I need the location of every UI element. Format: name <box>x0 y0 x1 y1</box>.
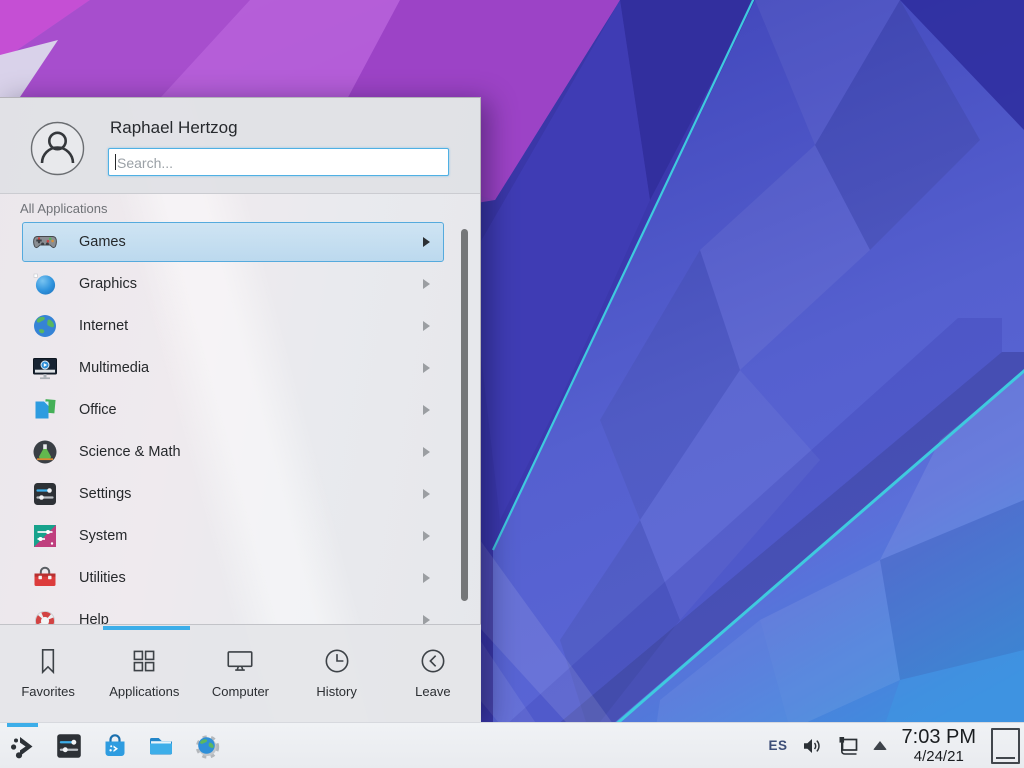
category-label: Multimedia <box>79 360 422 376</box>
tab-favorites[interactable]: Favorites <box>0 625 96 724</box>
sliders-icon <box>31 480 59 508</box>
tab-history[interactable]: History <box>289 625 385 724</box>
category-label: Games <box>79 234 422 250</box>
flask-icon <box>31 438 59 466</box>
computer-icon <box>224 645 256 677</box>
show-desktop-button[interactable] <box>991 728 1020 764</box>
category-office[interactable]: Office <box>22 390 444 430</box>
network-icon[interactable] <box>836 735 860 757</box>
category-label: Settings <box>79 486 422 502</box>
lifebuoy-icon <box>31 606 59 624</box>
history-clock-icon <box>321 645 353 677</box>
app-grid-icon <box>128 645 160 677</box>
settings-sliders-icon <box>54 731 84 761</box>
submenu-arrow-icon <box>422 320 431 332</box>
section-label: All Applications <box>20 201 107 216</box>
search-input[interactable] <box>115 149 439 177</box>
tab-leave[interactable]: Leave <box>385 625 481 724</box>
file-manager-button[interactable] <box>146 731 176 761</box>
clock-date: 4/24/21 <box>914 749 964 764</box>
submenu-arrow-icon <box>422 404 431 416</box>
submenu-arrow-icon <box>422 236 431 248</box>
launcher-tab-bar: Favorites Applications <box>0 624 481 724</box>
submenu-arrow-icon <box>422 530 431 542</box>
system-tray: ES 7:03 PM 4/24/21 <box>769 723 1021 768</box>
application-launcher-button[interactable] <box>8 731 38 761</box>
taskbar-launchers <box>8 723 222 768</box>
toolbox-icon <box>31 564 59 592</box>
tab-applications[interactable]: Applications <box>96 625 192 724</box>
category-label: Office <box>79 402 422 418</box>
category-settings[interactable]: Settings <box>22 474 444 514</box>
category-internet[interactable]: Internet <box>22 306 444 346</box>
graphics-sphere-icon <box>31 270 59 298</box>
submenu-arrow-icon <box>422 614 431 624</box>
category-label: Utilities <box>79 570 422 586</box>
globe-gear-icon <box>192 731 222 761</box>
list-scrollbar[interactable] <box>461 229 468 601</box>
system-sliders-icon <box>31 522 59 550</box>
application-launcher-menu: Raphael Hertzog All Applications <box>0 97 481 723</box>
tab-label: Favorites <box>21 684 74 699</box>
tab-label: Leave <box>415 684 450 699</box>
user-name: Raphael Hertzog <box>110 118 238 138</box>
tab-label: Computer <box>212 684 269 699</box>
category-list: Games Graphics <box>0 222 481 624</box>
web-browser-button[interactable] <box>192 731 222 761</box>
category-label: Graphics <box>79 276 422 292</box>
folder-icon <box>146 731 176 761</box>
category-label: Science & Math <box>79 444 422 460</box>
category-multimedia[interactable]: Multimedia <box>22 348 444 388</box>
category-label: Help <box>79 612 422 624</box>
media-monitor-icon <box>31 354 59 382</box>
digital-clock[interactable]: 7:03 PM 4/24/21 <box>900 727 978 764</box>
submenu-arrow-icon <box>422 446 431 458</box>
submenu-arrow-icon <box>422 362 431 374</box>
documents-icon <box>31 396 59 424</box>
shopping-bag-icon <box>100 731 130 761</box>
category-games[interactable]: Games <box>22 222 444 262</box>
clock-time: 7:03 PM <box>902 727 976 747</box>
system-settings-button[interactable] <box>54 731 84 761</box>
bookmark-icon <box>32 645 64 677</box>
discover-button[interactable] <box>100 731 130 761</box>
category-utilities[interactable]: Utilities <box>22 558 444 598</box>
category-label: System <box>79 528 422 544</box>
expand-tray-arrow-icon[interactable] <box>873 741 887 750</box>
taskbar-panel: ES 7:03 PM 4/24/21 <box>0 722 1024 768</box>
category-science-math[interactable]: Science & Math <box>22 432 444 472</box>
globe-icon <box>31 312 59 340</box>
submenu-arrow-icon <box>422 572 431 584</box>
submenu-arrow-icon <box>422 278 431 290</box>
category-label: Internet <box>79 318 422 334</box>
category-help[interactable]: Help <box>22 600 444 624</box>
keyboard-layout-indicator[interactable]: ES <box>769 738 788 753</box>
tab-label: Applications <box>109 684 179 699</box>
leave-icon <box>417 645 449 677</box>
kickoff-icon <box>8 731 38 761</box>
launcher-header: Raphael Hertzog <box>0 98 480 194</box>
tab-computer[interactable]: Computer <box>192 625 288 724</box>
tab-label: History <box>316 684 356 699</box>
search-field[interactable] <box>108 148 449 176</box>
category-graphics[interactable]: Graphics <box>22 264 444 304</box>
submenu-arrow-icon <box>422 488 431 500</box>
user-avatar-icon[interactable] <box>30 121 85 176</box>
desktop: Raphael Hertzog All Applications <box>0 0 1024 768</box>
volume-icon[interactable] <box>801 735 823 757</box>
gamepad-icon <box>31 228 59 256</box>
category-system[interactable]: System <box>22 516 444 556</box>
